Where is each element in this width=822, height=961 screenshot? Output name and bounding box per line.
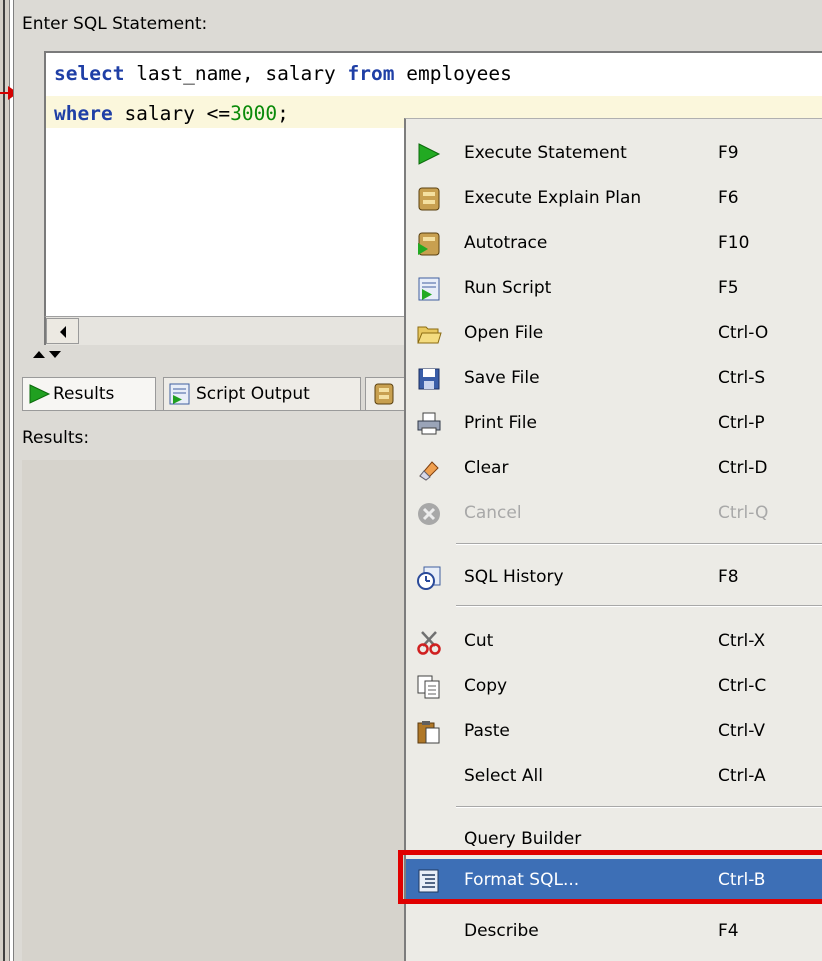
sql-line-2[interactable]: where salary <=3000; [54, 102, 289, 125]
splitter-down-icon[interactable] [49, 351, 61, 358]
menu-item-cancel: Cancel Ctrl-Q [406, 492, 822, 536]
sql-keyword: select [54, 62, 125, 85]
menu-item-label: Execute Statement [464, 143, 627, 163]
menu-item-shortcut: Ctrl-A [718, 766, 766, 786]
eraser-icon [419, 461, 439, 481]
sql-number: 3000 [230, 102, 278, 125]
menu-item-clear[interactable]: Clear Ctrl-D [406, 447, 822, 491]
tab-explain[interactable] [365, 377, 405, 410]
menu-item-label: Cancel [464, 503, 522, 523]
menu-item-shortcut: F10 [718, 233, 750, 253]
menu-item-shortcut: Ctrl-X [718, 631, 766, 651]
menu-item-shortcut: Ctrl-O [718, 323, 769, 343]
menu-item-copy[interactable]: Copy Ctrl-C [406, 665, 822, 709]
menu-item-describe[interactable]: Describe F4 [406, 910, 822, 954]
floppy-icon [418, 368, 440, 390]
run-script-icon [418, 277, 440, 301]
arrow-left-icon [60, 326, 66, 338]
menu-item-label: Save File [464, 368, 540, 388]
menu-item-label: SQL History [464, 567, 564, 587]
menu-item-label: Select All [464, 766, 543, 786]
menu-separator [456, 806, 822, 808]
history-icon [417, 566, 441, 590]
script-icon [169, 383, 190, 405]
menu-item-label: Describe [464, 921, 539, 941]
annotation-highlight-box [398, 850, 822, 904]
menu-item-label: Run Script [464, 278, 552, 298]
menu-item-label: Execute Explain Plan [464, 188, 642, 208]
menu-item-shortcut: Ctrl-Q [718, 503, 769, 523]
menu-item-run-script[interactable]: Run Script F5 [406, 267, 822, 311]
sql-line-1[interactable]: select last_name, salary from employees [54, 62, 512, 85]
sql-statement-label: Enter SQL Statement: [22, 14, 208, 34]
menu-item-save-file[interactable]: Save File Ctrl-S [406, 357, 822, 401]
tab-script-output[interactable]: Script Output [163, 377, 361, 410]
menu-item-autotrace[interactable]: Autotrace F10 [406, 222, 822, 266]
tab-results[interactable]: Results [22, 377, 156, 410]
cancel-icon [418, 503, 440, 525]
scroll-left-button[interactable] [46, 318, 79, 344]
menu-item-shortcut: Ctrl-V [718, 721, 766, 741]
sql-keyword: where [54, 102, 113, 125]
scissors-icon [417, 631, 441, 655]
menu-item-label: Cut [464, 631, 494, 651]
sql-keyword: from [347, 62, 395, 85]
menu-item-label: Print File [464, 413, 537, 433]
menu-item-label: Clear [464, 458, 509, 478]
explain-plan-icon [418, 187, 440, 211]
menu-item-label: Paste [464, 721, 510, 741]
menu-item-execute-explain-plan[interactable]: Execute Explain Plan F6 [406, 177, 822, 221]
copy-icon [417, 675, 440, 699]
sql-text: employees [394, 62, 512, 85]
menu-separator [456, 543, 822, 545]
sql-text: ; [277, 102, 289, 125]
execute-icon [418, 143, 441, 165]
menu-item-shortcut: F5 [718, 278, 739, 298]
tab-label: Results [53, 384, 115, 404]
menu-item-shortcut: F8 [718, 567, 739, 587]
results-label: Results: [22, 428, 90, 448]
menu-item-label: Open File [464, 323, 544, 343]
menu-item-shortcut: F6 [718, 188, 739, 208]
menu-item-shortcut: Ctrl-S [718, 368, 766, 388]
menu-item-print-file[interactable]: Print File Ctrl-P [406, 402, 822, 446]
menu-item-sql-history[interactable]: SQL History F8 [406, 556, 822, 600]
splitter-up-icon[interactable] [33, 351, 45, 358]
menu-item-cut[interactable]: Cut Ctrl-X [406, 620, 822, 664]
paste-icon [417, 721, 440, 744]
menu-separator [456, 605, 822, 607]
annotation-arrow-line [0, 92, 8, 94]
menu-item-shortcut: F9 [718, 143, 739, 163]
sql-text: last_name, salary [124, 62, 348, 85]
menu-item-paste[interactable]: Paste Ctrl-V [406, 710, 822, 754]
menu-item-shortcut: Ctrl-P [718, 413, 765, 433]
menu-item-shortcut: F4 [718, 921, 739, 941]
folder-icon [417, 326, 442, 344]
tab-label: Script Output [196, 384, 310, 404]
menu-item-execute-statement[interactable]: Execute Statement F9 [406, 132, 822, 176]
menu-item-label: Autotrace [464, 233, 548, 253]
menu-item-shortcut: Ctrl-D [718, 458, 768, 478]
window-edge [0, 0, 10, 961]
sql-text: salary <= [112, 102, 231, 125]
menu-item-label: Query Builder [464, 829, 582, 849]
printer-icon [417, 412, 441, 435]
run-icon [29, 384, 51, 404]
menu-item-shortcut: Ctrl-C [718, 676, 767, 696]
menu-item-select-all[interactable]: Select All Ctrl-A [406, 755, 822, 799]
menu-item-open-file[interactable]: Open File Ctrl-O [406, 312, 822, 356]
explain-icon [374, 383, 394, 405]
menu-item-label: Copy [464, 676, 508, 696]
autotrace-icon [418, 232, 440, 256]
